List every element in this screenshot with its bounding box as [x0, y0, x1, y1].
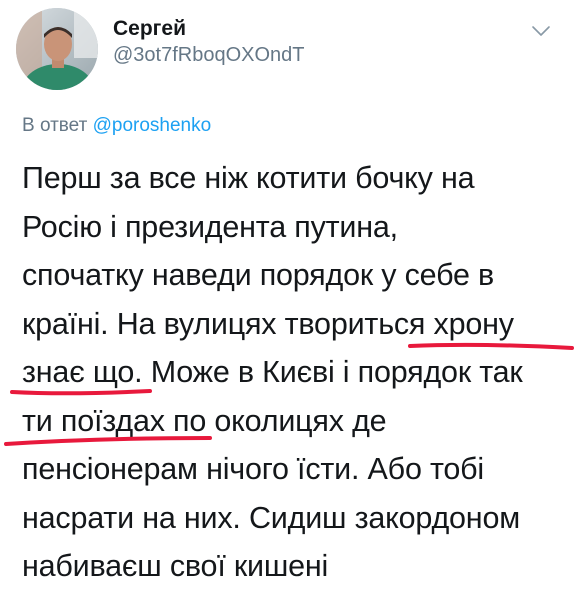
tweet-text: Перш за все ніж котити бочку на Росію і … — [22, 154, 578, 591]
tweet-text-line: спочатку наведи порядок у себе в — [22, 258, 495, 292]
tweet-text-line: ти поїздах по околицях де — [22, 403, 387, 438]
tweet-text-line: країні. На вулицях твориться хрону — [22, 306, 514, 341]
tweet-text-line: знає що. Може в Києві і порядок так — [22, 355, 523, 389]
reply-context: В ответ @poroshenko — [22, 114, 211, 138]
display-name[interactable]: Сергей — [113, 16, 305, 42]
chevron-down-icon[interactable] — [531, 24, 551, 38]
tweet-card: Сергей @3ot7fRboqOXOndT В ответ @poroshe… — [0, 0, 583, 600]
reply-mention-link[interactable]: @poroshenko — [93, 115, 212, 136]
tweet-text-line: насрати на них. Сидиш закордоном — [22, 500, 520, 535]
user-handle[interactable]: @3ot7fRboqOXOndT — [113, 42, 305, 68]
avatar[interactable] — [16, 8, 98, 90]
tweet-text-line: Перш за все ніж котити бочку на — [22, 161, 475, 195]
reply-prefix: В ответ — [22, 115, 88, 136]
tweet-text-line: набиваєш свої кишені — [22, 549, 329, 583]
tweet-text-line: пенсіонерам нічого їсти. Або тобі — [22, 452, 485, 486]
tweet-text-line: Росію і президента путина, — [22, 209, 398, 244]
user-info: Сергей @3ot7fRboqOXOndT — [113, 16, 305, 68]
